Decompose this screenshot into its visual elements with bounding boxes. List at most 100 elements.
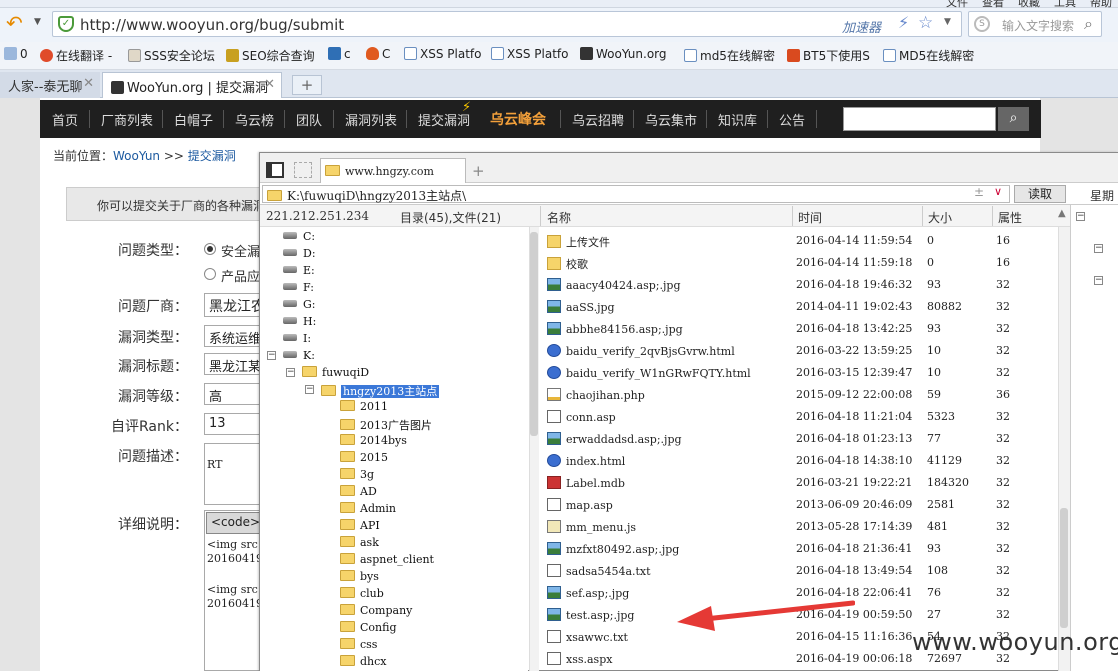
tree-drive[interactable]: D: xyxy=(283,247,316,260)
type-radio-security[interactable] xyxy=(204,243,216,255)
column-divider[interactable] xyxy=(922,206,923,226)
file-row[interactable]: 校歌 2016-04-14 11:59:18 0 16 xyxy=(540,252,1058,274)
fm-tab[interactable]: www.hngzy.com xyxy=(320,158,466,184)
collapse-icon[interactable]: − xyxy=(1094,244,1103,253)
tree-drive[interactable]: K: xyxy=(283,349,315,362)
tree-drive[interactable]: I: xyxy=(283,332,311,345)
bookmark-xss-2[interactable]: XSS Platfo xyxy=(491,47,568,61)
tree-drive[interactable]: F: xyxy=(283,281,314,294)
new-tab-button[interactable]: + xyxy=(292,75,322,95)
url-text[interactable]: http://www.wooyun.org/bug/submit xyxy=(80,16,344,34)
tree-folder[interactable]: Config xyxy=(340,621,397,634)
menu-item[interactable]: 文件 xyxy=(946,0,968,9)
tree-folder[interactable]: dhcx xyxy=(340,655,387,668)
file-row[interactable]: 上传文件 2016-04-14 11:59:54 0 16 xyxy=(540,230,1058,252)
file-row[interactable]: aaacy40424.asp;.jpg 2016-04-18 19:46:32 93… xyxy=(540,274,1058,296)
tree-folder[interactable]: Admin xyxy=(340,502,396,515)
file-row[interactable]: sadsa5454a.txt 2016-04-18 13:49:54 108 32 xyxy=(540,560,1058,582)
back-dropdown-icon[interactable]: ▼ xyxy=(34,17,41,27)
col-size[interactable]: 大小 xyxy=(928,209,952,226)
code-button[interactable]: <code> xyxy=(206,512,264,534)
file-row[interactable]: Label.mdb 2016-03-21 19:22:21 184320 32 xyxy=(540,472,1058,494)
type-radio-product[interactable] xyxy=(204,268,216,280)
tree-folder[interactable]: 2011 xyxy=(340,400,388,413)
collapse-icon[interactable]: − xyxy=(1076,212,1085,221)
nav-announcements[interactable]: 公告 xyxy=(779,110,805,129)
menu-item[interactable]: 收藏 xyxy=(1018,0,1040,9)
desc-textarea[interactable]: RT xyxy=(204,443,264,505)
tree-folder[interactable]: 2015 xyxy=(340,451,388,464)
bookmark-folder[interactable]: 0 xyxy=(4,47,28,61)
file-row[interactable]: aaSS.jpg 2014-04-11 19:02:43 80882 32 xyxy=(540,296,1058,318)
bookmark-c-lower[interactable]: c xyxy=(328,47,351,61)
file-row[interactable]: chaojihan.php 2015-09-12 22:00:08 59 36 xyxy=(540,384,1058,406)
breadcrumb-home[interactable]: WooYun xyxy=(113,149,160,163)
tree-folder[interactable]: Company xyxy=(340,604,412,617)
nav-whitehats[interactable]: 白帽子 xyxy=(174,110,213,129)
bookmark-seo[interactable]: SEO综合查询 xyxy=(226,47,315,64)
bookmark-md5-1[interactable]: md5在线解密 xyxy=(684,47,775,64)
title-field[interactable]: 黑龙江某 xyxy=(204,353,264,375)
col-time[interactable]: 时间 xyxy=(798,209,822,226)
col-attr[interactable]: 属性 xyxy=(998,209,1022,226)
menu-item[interactable]: 工具 xyxy=(1054,0,1076,9)
site-search-button[interactable]: ⌕ xyxy=(998,107,1029,131)
tree-folder[interactable]: bys xyxy=(340,570,379,583)
file-row[interactable]: baidu_verify_W1nGRwFQTY.html 2016-03-15 1… xyxy=(540,362,1058,384)
tree-drive[interactable]: G: xyxy=(283,298,316,311)
bookmark-wooyun[interactable]: WooYun.org xyxy=(580,47,667,61)
collapse-icon[interactable]: − xyxy=(305,385,314,394)
bookmark-xss-1[interactable]: XSS Platfo xyxy=(404,47,481,61)
tree-folder[interactable]: 3g xyxy=(340,468,374,481)
file-row[interactable]: mm_menu.js 2013-05-28 17:14:39 481 32 xyxy=(540,516,1058,538)
chevron-down-icon[interactable]: ▼ xyxy=(944,17,951,27)
bookmark-sss[interactable]: SSS安全论坛 xyxy=(128,47,215,64)
tree-folder[interactable]: fuwuqiD xyxy=(302,366,369,379)
file-row[interactable]: conn.asp 2016-04-18 11:21:04 5323 32 xyxy=(540,406,1058,428)
tab-other[interactable]: 人家--泰无聊 ✕ xyxy=(0,72,100,98)
tree-drive[interactable]: H: xyxy=(283,315,316,328)
column-divider[interactable] xyxy=(992,206,993,226)
nav-ranking[interactable]: 乌云榜 xyxy=(235,110,274,129)
bookmark-md5-2[interactable]: MD5在线解密 xyxy=(883,47,974,64)
tree-folder[interactable]: aspnet_client xyxy=(340,553,434,566)
tree-drive[interactable]: E: xyxy=(283,264,315,277)
nav-vendors[interactable]: 厂商列表 xyxy=(101,110,153,129)
tree-scroll-thumb[interactable] xyxy=(530,232,538,436)
nav-home[interactable]: 首页 xyxy=(52,110,78,129)
bookmark-translate[interactable]: 在线翻译 - xyxy=(40,47,112,64)
tree-folder[interactable]: css xyxy=(340,638,377,651)
collapse-icon[interactable]: − xyxy=(1094,276,1103,285)
menu-item[interactable]: 查看 xyxy=(982,0,1004,9)
tree-folder[interactable]: ask xyxy=(340,536,379,549)
breadcrumb-current[interactable]: 提交漏洞 xyxy=(188,149,236,163)
nav-jobs[interactable]: 乌云招聘 xyxy=(572,110,624,129)
menu-item[interactable]: 帮助 xyxy=(1090,0,1112,9)
tree-folder[interactable]: API xyxy=(340,519,380,532)
bookmark-path-icon[interactable]: ± xyxy=(974,185,984,199)
tree-folder[interactable]: AD xyxy=(340,485,377,498)
read-button[interactable]: 读取 xyxy=(1014,185,1066,203)
tree-folder[interactable]: 2014bys xyxy=(340,434,407,447)
tree-drive[interactable]: C: xyxy=(283,230,315,243)
nav-summit[interactable]: 乌云峰会 xyxy=(490,109,546,129)
search-icon[interactable]: ⌕ xyxy=(1084,14,1093,34)
scroll-up-icon[interactable]: ▲ xyxy=(1058,208,1066,219)
search-engine-icon[interactable]: S xyxy=(974,16,990,32)
bookmark-c-upper[interactable]: C xyxy=(366,47,390,61)
browser-search-placeholder[interactable]: 输入文字搜索 xyxy=(1002,17,1074,34)
col-name[interactable]: 名称 xyxy=(547,209,571,226)
site-search-input[interactable] xyxy=(843,107,996,131)
accelerator-label[interactable]: 加速器 xyxy=(842,17,881,36)
back-icon[interactable]: ↶ xyxy=(6,13,23,33)
lightning-icon[interactable]: ⚡ xyxy=(898,13,909,32)
nav-teams[interactable]: 团队 xyxy=(296,110,322,129)
rank-field[interactable]: 13 xyxy=(204,413,264,435)
path-input[interactable]: K:\fuwuqiD\hngzy2013主站点\ xyxy=(262,185,1010,203)
tab-wooyun-submit[interactable]: WooYun.org | 提交漏洞 ✕ xyxy=(102,72,282,98)
file-row[interactable]: mzfxt80492.asp;.jpg 2016-04-18 21:36:41 93… xyxy=(540,538,1058,560)
nav-bugs[interactable]: 漏洞列表 xyxy=(345,110,397,129)
chevron-down-icon[interactable]: ∨ xyxy=(994,185,1002,198)
tree-folder[interactable]: club xyxy=(340,587,384,600)
close-icon[interactable]: ✕ xyxy=(83,76,94,91)
